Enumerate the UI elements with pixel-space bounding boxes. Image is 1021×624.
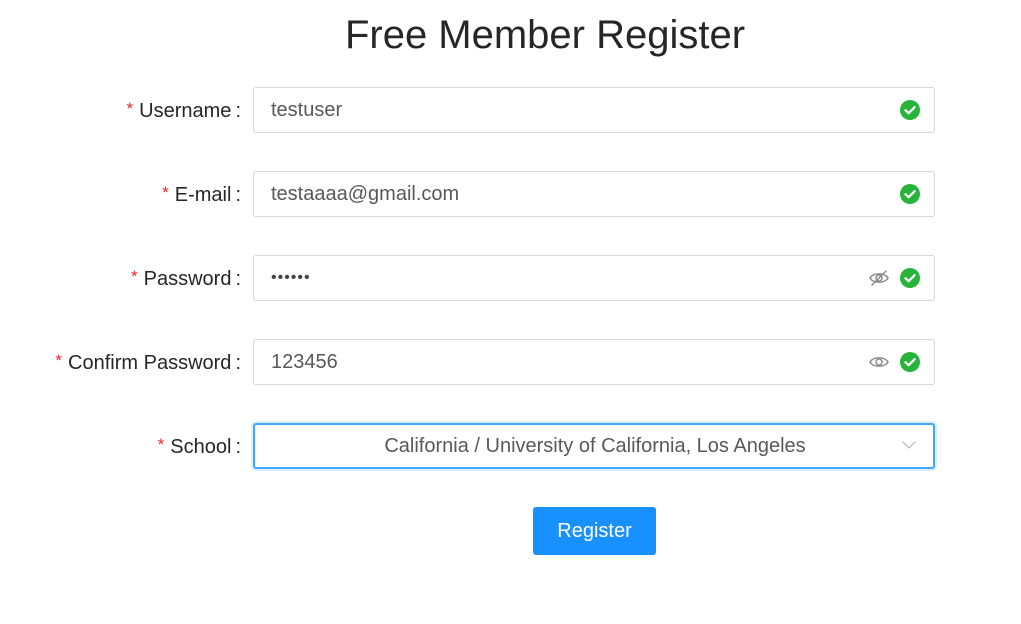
chevron-down-icon[interactable] xyxy=(901,437,917,453)
email-value[interactable]: testaaaa@gmail.com xyxy=(271,172,459,216)
school-select[interactable]: California / University of California, L… xyxy=(253,423,935,469)
school-label: * School: xyxy=(158,423,241,471)
check-circle-icon xyxy=(900,268,920,288)
required-mark: * xyxy=(162,183,169,202)
page-title: Free Member Register xyxy=(344,13,746,57)
eye-invisible-icon[interactable] xyxy=(868,268,890,288)
school-value[interactable]: California / University of California, L… xyxy=(255,425,935,467)
label-colon: : xyxy=(235,100,241,122)
confirm-password-value[interactable]: 123456 xyxy=(271,340,338,384)
confirm-password-row: * Confirm Password: 123456 xyxy=(0,339,1021,387)
username-field[interactable]: testuser xyxy=(253,87,935,133)
password-label: * Password: xyxy=(131,255,241,303)
username-row: * Username: testuser xyxy=(0,87,1021,135)
school-label-text: School xyxy=(170,436,232,458)
password-value[interactable]: •••••• xyxy=(271,256,311,300)
password-row: * Password: •••••• xyxy=(0,255,1021,303)
check-circle-icon xyxy=(900,100,920,120)
label-colon: : xyxy=(235,184,241,206)
check-circle-icon xyxy=(900,184,920,204)
label-colon: : xyxy=(235,436,241,458)
email-row: * E-mail: testaaaa@gmail.com xyxy=(0,171,1021,219)
username-label: * Username: xyxy=(127,87,241,135)
required-mark: * xyxy=(157,435,165,454)
school-row: * School: California / University of Cali… xyxy=(0,423,1021,471)
eye-icon[interactable] xyxy=(868,352,890,372)
email-label-text: E-mail xyxy=(174,184,232,206)
password-label-text: Password xyxy=(143,268,232,290)
confirm-password-label: * Confirm Password: xyxy=(55,339,241,387)
email-label: * E-mail: xyxy=(162,171,241,219)
username-label-text: Username xyxy=(139,100,232,122)
email-field[interactable]: testaaaa@gmail.com xyxy=(253,171,935,217)
required-mark: * xyxy=(126,99,134,118)
username-value[interactable]: testuser xyxy=(271,88,342,132)
confirm-password-field[interactable]: 123456 xyxy=(253,339,935,385)
register-button[interactable]: Register xyxy=(533,507,656,555)
label-colon: : xyxy=(235,268,241,290)
password-field[interactable]: •••••• xyxy=(253,255,935,301)
register-page: Free Member Register * Username: testuser… xyxy=(0,0,1021,624)
required-mark: * xyxy=(131,267,138,286)
required-mark: * xyxy=(55,351,63,370)
check-circle-icon xyxy=(900,352,920,372)
label-colon: : xyxy=(235,352,241,374)
confirm-password-label-text: Confirm Password xyxy=(68,352,232,374)
